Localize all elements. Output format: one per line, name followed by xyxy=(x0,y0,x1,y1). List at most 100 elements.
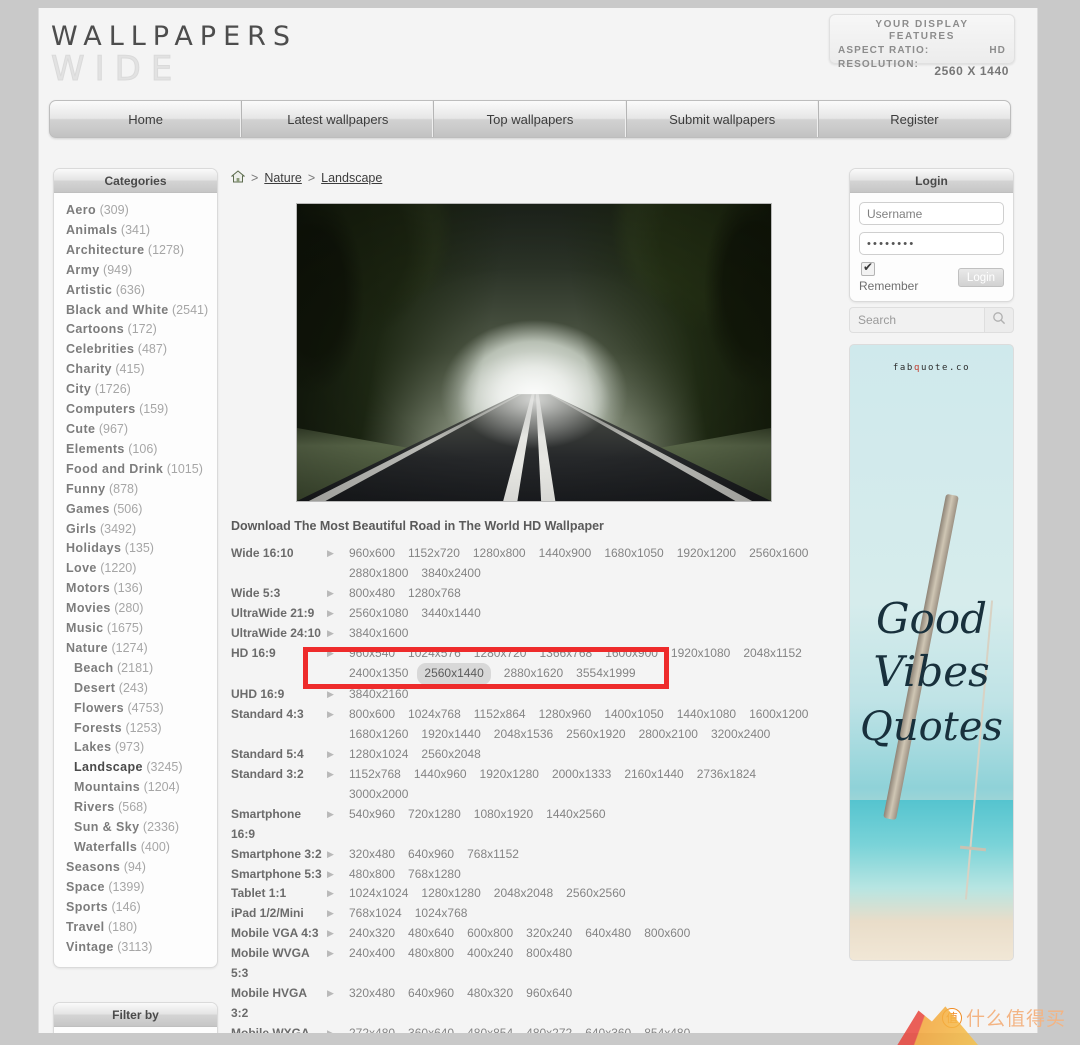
resolution-link-1600x900[interactable]: 1600x900 xyxy=(605,644,658,664)
resolution-link-1024x1024[interactable]: 1024x1024 xyxy=(349,884,408,904)
sidebar-item-flowers[interactable]: Flowers (4753) xyxy=(54,699,217,719)
resolution-link-540x960[interactable]: 540x960 xyxy=(349,805,395,825)
resolution-link-240x400[interactable]: 240x400 xyxy=(349,944,395,964)
resolution-link-1920x1200[interactable]: 1920x1200 xyxy=(677,544,736,564)
sidebar-item-beach[interactable]: Beach (2181) xyxy=(54,659,217,679)
sidebar-item-love[interactable]: Love (1220) xyxy=(54,559,217,579)
resolution-link-1152x768[interactable]: 1152x768 xyxy=(349,765,401,785)
resolution-link-1280x720[interactable]: 1280x720 xyxy=(474,644,527,664)
sidebar-item-black-and-white[interactable]: Black and White (2541) xyxy=(54,301,217,321)
site-logo[interactable]: WALLPAPERS WIDE xyxy=(50,22,297,87)
resolution-link-2560x2560[interactable]: 2560x2560 xyxy=(566,884,625,904)
resolution-link-800x600[interactable]: 800x600 xyxy=(349,705,395,725)
resolution-link-1024x768[interactable]: 1024x768 xyxy=(408,705,461,725)
advertisement-banner[interactable]: fabquote.co Good Vibes Quotes xyxy=(849,344,1014,961)
sidebar-item-artistic[interactable]: Artistic (636) xyxy=(54,281,217,301)
resolution-link-1920x1080[interactable]: 1920x1080 xyxy=(671,644,730,664)
nav-item-register[interactable]: Register xyxy=(819,101,1010,137)
resolution-link-1920x1440[interactable]: 1920x1440 xyxy=(421,725,480,745)
sidebar-item-computers[interactable]: Computers (159) xyxy=(54,400,217,420)
resolution-link-480x272[interactable]: 480x272 xyxy=(526,1024,572,1033)
home-icon[interactable] xyxy=(230,170,246,186)
resolution-link-2560x2048[interactable]: 2560x2048 xyxy=(421,745,480,765)
resolution-link-1280x800[interactable]: 1280x800 xyxy=(473,544,526,564)
sidebar-item-forests[interactable]: Forests (1253) xyxy=(54,719,217,739)
resolution-link-640x960[interactable]: 640x960 xyxy=(408,984,454,1004)
resolution-link-2048x1536[interactable]: 2048x1536 xyxy=(494,725,553,745)
search-input[interactable]: Search xyxy=(849,307,984,333)
resolution-link-272x480[interactable]: 272x480 xyxy=(349,1024,395,1033)
nav-item-top-wallpapers[interactable]: Top wallpapers xyxy=(434,101,627,137)
resolution-link-1440x1080[interactable]: 1440x1080 xyxy=(677,705,736,725)
resolution-link-480x854[interactable]: 480x854 xyxy=(467,1024,513,1033)
resolution-link-2560x1080[interactable]: 2560x1080 xyxy=(349,604,408,624)
resolution-link-600x800[interactable]: 600x800 xyxy=(467,924,513,944)
remember-checkbox[interactable] xyxy=(861,260,875,276)
breadcrumb-link-nature[interactable]: Nature xyxy=(264,171,302,185)
resolution-link-3840x1600[interactable]: 3840x1600 xyxy=(349,624,408,644)
wallpaper-preview-image[interactable] xyxy=(296,203,772,502)
resolution-link-800x600[interactable]: 800x600 xyxy=(644,924,690,944)
username-input[interactable]: Username xyxy=(859,202,1004,225)
sidebar-item-animals[interactable]: Animals (341) xyxy=(54,221,217,241)
resolution-link-480x320[interactable]: 480x320 xyxy=(467,984,513,1004)
sidebar-item-girls[interactable]: Girls (3492) xyxy=(54,520,217,540)
resolution-link-640x960[interactable]: 640x960 xyxy=(408,845,454,865)
resolution-link-2800x2100[interactable]: 2800x2100 xyxy=(639,725,698,745)
sidebar-item-mountains[interactable]: Mountains (1204) xyxy=(54,778,217,798)
sidebar-item-food-and-drink[interactable]: Food and Drink (1015) xyxy=(54,460,217,480)
resolution-link-3554x1999[interactable]: 3554x1999 xyxy=(576,664,635,684)
sidebar-item-funny[interactable]: Funny (878) xyxy=(54,480,217,500)
resolution-link-640x360[interactable]: 640x360 xyxy=(585,1024,631,1033)
sidebar-item-rivers[interactable]: Rivers (568) xyxy=(54,798,217,818)
resolution-link-3440x1440[interactable]: 3440x1440 xyxy=(421,604,480,624)
sidebar-item-sun-sky[interactable]: Sun & Sky (2336) xyxy=(54,818,217,838)
sidebar-item-elements[interactable]: Elements (106) xyxy=(54,440,217,460)
resolution-link-1440x900[interactable]: 1440x900 xyxy=(539,544,592,564)
resolution-link-2400x1350[interactable]: 2400x1350 xyxy=(349,664,408,684)
nav-item-latest-wallpapers[interactable]: Latest wallpapers xyxy=(242,101,435,137)
sidebar-item-cute[interactable]: Cute (967) xyxy=(54,420,217,440)
resolution-link-2048x1152[interactable]: 2048x1152 xyxy=(743,644,802,664)
resolution-link-2736x1824[interactable]: 2736x1824 xyxy=(697,765,756,785)
resolution-link-720x1280[interactable]: 720x1280 xyxy=(408,805,461,825)
resolution-link-1024x576[interactable]: 1024x576 xyxy=(408,644,461,664)
resolution-link-360x640[interactable]: 360x640 xyxy=(408,1024,454,1033)
resolution-link-2560x1440[interactable]: 2560x1440 xyxy=(417,663,491,686)
resolution-link-960x540[interactable]: 960x540 xyxy=(349,644,395,664)
resolution-link-1680x1050[interactable]: 1680x1050 xyxy=(604,544,663,564)
resolution-link-768x1152[interactable]: 768x1152 xyxy=(467,845,519,865)
sidebar-item-seasons[interactable]: Seasons (94) xyxy=(54,858,217,878)
resolution-link-1280x768[interactable]: 1280x768 xyxy=(408,584,461,604)
sidebar-item-city[interactable]: City (1726) xyxy=(54,380,217,400)
resolution-link-320x480[interactable]: 320x480 xyxy=(349,845,395,865)
sidebar-item-desert[interactable]: Desert (243) xyxy=(54,679,217,699)
nav-item-home[interactable]: Home xyxy=(50,101,243,137)
sidebar-item-aero[interactable]: Aero (309) xyxy=(54,201,217,221)
resolution-link-400x240[interactable]: 400x240 xyxy=(467,944,513,964)
resolution-link-480x640[interactable]: 480x640 xyxy=(408,924,454,944)
password-input[interactable]: •••••••• xyxy=(859,232,1004,255)
resolution-link-1680x1260[interactable]: 1680x1260 xyxy=(349,725,408,745)
resolution-link-480x800[interactable]: 480x800 xyxy=(408,944,454,964)
sidebar-item-celebrities[interactable]: Celebrities (487) xyxy=(54,340,217,360)
resolution-link-3840x2400[interactable]: 3840x2400 xyxy=(421,564,480,584)
resolution-link-960x640[interactable]: 960x640 xyxy=(526,984,572,1004)
resolution-link-1280x1024[interactable]: 1280x1024 xyxy=(349,745,408,765)
resolution-link-3840x2160[interactable]: 3840x2160 xyxy=(349,685,408,705)
resolution-link-480x800[interactable]: 480x800 xyxy=(349,865,395,885)
resolution-link-240x320[interactable]: 240x320 xyxy=(349,924,395,944)
resolution-link-800x480[interactable]: 800x480 xyxy=(349,584,395,604)
resolution-link-1920x1280[interactable]: 1920x1280 xyxy=(480,765,539,785)
sidebar-item-waterfalls[interactable]: Waterfalls (400) xyxy=(54,838,217,858)
sidebar-item-games[interactable]: Games (506) xyxy=(54,500,217,520)
resolution-link-2880x1620[interactable]: 2880x1620 xyxy=(504,664,563,684)
sidebar-item-travel[interactable]: Travel (180) xyxy=(54,918,217,938)
sidebar-item-music[interactable]: Music (1675) xyxy=(54,619,217,639)
sidebar-item-vintage[interactable]: Vintage (3113) xyxy=(54,938,217,958)
breadcrumb-link-landscape[interactable]: Landscape xyxy=(321,171,382,185)
resolution-link-1600x1200[interactable]: 1600x1200 xyxy=(749,705,808,725)
sidebar-item-sports[interactable]: Sports (146) xyxy=(54,898,217,918)
resolution-link-854x480[interactable]: 854x480 xyxy=(644,1024,690,1033)
sidebar-item-motors[interactable]: Motors (136) xyxy=(54,579,217,599)
